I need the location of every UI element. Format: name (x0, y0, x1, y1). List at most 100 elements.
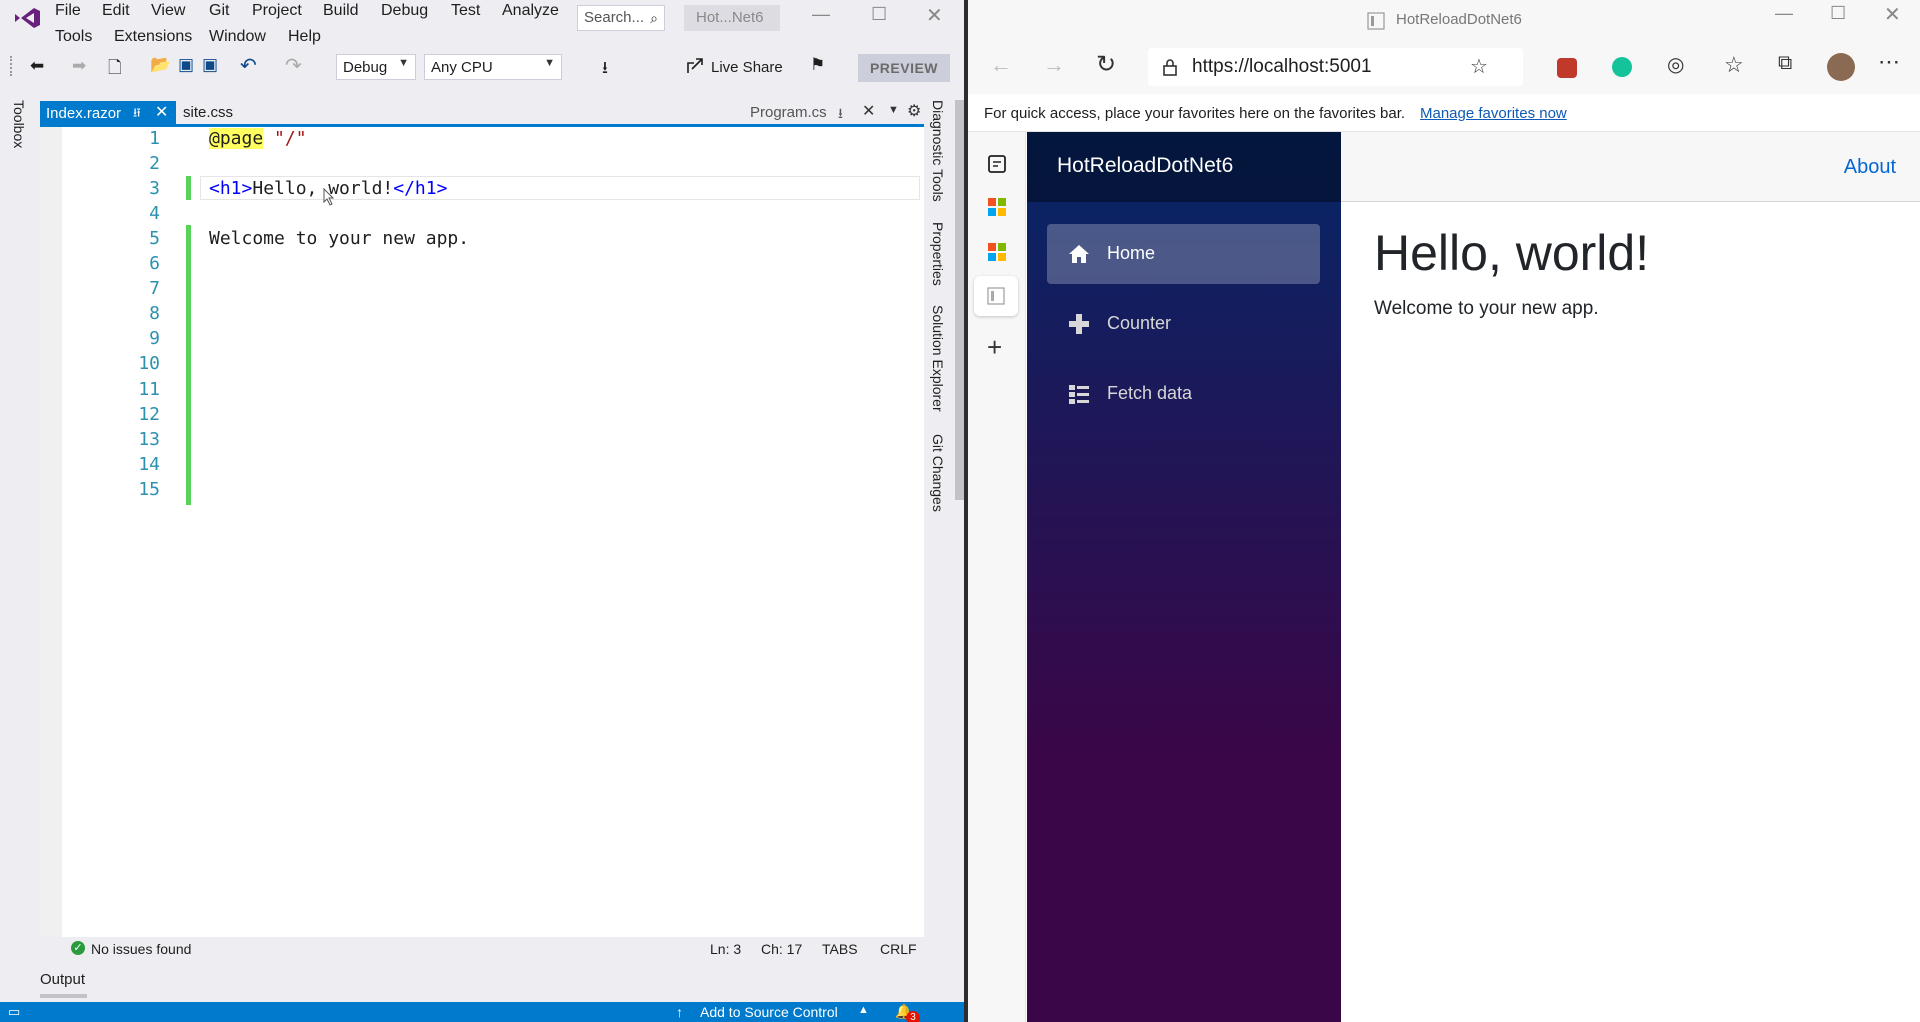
extension-icon[interactable]: ◎ (1667, 52, 1684, 77)
line-number: 4 (149, 203, 160, 225)
configuration-dropdown[interactable]: Debug ▼ (336, 54, 416, 80)
notes-icon[interactable] (986, 153, 1008, 175)
edge-browser-window: HotReloadDotNet6 — ☐ ✕ ← → ↻ https://loc… (968, 0, 1920, 1022)
notification-count: 3 (906, 1011, 920, 1022)
favorites-icon[interactable]: ☆ (1724, 52, 1744, 78)
attach-icon[interactable]: ⭳ (602, 55, 608, 84)
search-box[interactable]: Search... ⌕ (577, 5, 665, 31)
upload-icon: ↑ (676, 1004, 683, 1020)
browser-toolbar: ← → ↻ https://localhost:5001 ☆ ◎ ☆ ⧉ ⋯ (968, 40, 1920, 94)
issues-status[interactable]: No issues found (91, 941, 191, 957)
tab-list-chevron-icon[interactable]: ▼ (888, 104, 899, 116)
nav-item-home[interactable]: Home (1047, 224, 1320, 284)
menu-debug[interactable]: Debug (381, 2, 428, 20)
extension-lastpass-icon[interactable] (1557, 58, 1577, 78)
add-app-icon[interactable]: + (987, 332, 1002, 363)
indent-mode[interactable]: TABS (822, 941, 858, 957)
menu-test[interactable]: Test (451, 2, 480, 20)
menu-analyze[interactable]: Analyze (502, 2, 559, 20)
manage-favorites-link[interactable]: Manage favorites now (1420, 105, 1567, 122)
output-panel-tab[interactable]: Output (40, 971, 85, 988)
tab-index-razor[interactable]: Index.razor ⭿ ✕ (40, 101, 176, 125)
menu-view[interactable]: View (151, 2, 185, 20)
extension-grammarly-icon[interactable] (1612, 57, 1632, 77)
line-ending[interactable]: CRLF (880, 941, 917, 957)
check-icon: ✓ (71, 941, 85, 955)
url-text[interactable]: https://localhost:5001 (1192, 56, 1372, 78)
vs-status-bar: ▭ ↑ Add to Source Control ▲ 🔔 3 (0, 1002, 964, 1022)
menu-tools[interactable]: Tools (55, 28, 92, 46)
preview-badge[interactable]: PREVIEW (858, 54, 950, 82)
minimize-icon[interactable]: — (812, 4, 830, 25)
redo-icon[interactable]: ↷ (285, 53, 302, 78)
menu-git[interactable]: Git (209, 2, 229, 20)
new-item-icon[interactable]: 🗋 (108, 55, 122, 84)
git-changes-tab[interactable]: Git Changes (930, 434, 946, 512)
office-icon[interactable] (986, 241, 1008, 263)
configuration-value: Debug (343, 59, 388, 76)
maximize-icon[interactable]: ☐ (871, 4, 887, 25)
about-link[interactable]: About (1844, 156, 1896, 179)
app-brand[interactable]: HotReloadDotNet6 (1057, 154, 1233, 178)
menu-edit[interactable]: Edit (102, 2, 130, 20)
minimize-icon[interactable]: — (1775, 3, 1793, 24)
welcome-text: Welcome to your new app. (1374, 298, 1599, 319)
column-indicator[interactable]: Ch: 17 (761, 941, 802, 957)
more-options-icon[interactable]: ⋯ (1878, 49, 1900, 75)
tab-site-css[interactable]: site.css (183, 104, 233, 121)
forward-arrow-icon[interactable]: → (1043, 52, 1065, 78)
profile-avatar[interactable] (1827, 53, 1855, 81)
save-all-icon[interactable]: ▣ (202, 55, 218, 75)
microsoft-icon[interactable] (986, 196, 1008, 218)
live-share-button[interactable]: Live Share (711, 59, 783, 76)
menu-extensions[interactable]: Extensions (114, 28, 192, 46)
close-icon[interactable]: ✕ (926, 3, 943, 28)
menu-window[interactable]: Window (209, 28, 266, 46)
line-indicator[interactable]: Ln: 3 (710, 941, 741, 957)
app-top-row: About (1341, 132, 1920, 202)
search-placeholder: Search... (584, 9, 645, 26)
chevron-down-icon: ▼ (398, 57, 409, 69)
open-folder-icon[interactable]: 📂 (150, 55, 171, 75)
toolbox-panel-tab[interactable]: Toolbox (11, 100, 27, 148)
nav-item-fetch-data[interactable]: Fetch data (1047, 364, 1320, 424)
address-bar[interactable]: https://localhost:5001 ☆ (1148, 48, 1523, 86)
forward-icon[interactable]: ➡ (72, 56, 86, 76)
panel-scrollbar[interactable] (955, 100, 964, 500)
menu-help[interactable]: Help (288, 28, 321, 46)
code-editor[interactable]: 1 2 3 4 5 6 7 8 9 10 11 12 13 14 15 @page "/" <h1>Hell… (40, 127, 924, 937)
save-icon[interactable]: ▣ (178, 55, 194, 75)
maximize-icon[interactable]: ☐ (1830, 3, 1846, 24)
lock-icon (1163, 59, 1177, 76)
editor-status-strip: ✓ No issues found Ln: 3 Ch: 17 TABS CRLF (40, 937, 924, 961)
pin-icon[interactable]: ⭿ (133, 104, 141, 125)
add-favorite-icon[interactable]: ☆ (1470, 54, 1488, 79)
editor-margin (40, 127, 62, 937)
h1-open-tag: <h1> (209, 178, 253, 199)
line-number: 8 (149, 303, 160, 325)
menu-build[interactable]: Build (323, 2, 359, 20)
tab-program-cs[interactable]: Program.cs (750, 104, 827, 121)
settings-icon[interactable]: ⚙ (907, 101, 921, 121)
menu-file[interactable]: File (55, 2, 81, 20)
close-preview-tab-icon[interactable]: ✕ (862, 101, 875, 121)
menu-project[interactable]: Project (252, 2, 302, 20)
active-sidebar-app[interactable] (974, 276, 1018, 316)
code-line-1: @page "/" (209, 128, 307, 149)
refresh-icon[interactable]: ↻ (1096, 50, 1116, 79)
feedback-icon[interactable]: ⚑ (810, 55, 825, 75)
collections-icon[interactable]: ⧉ (1778, 52, 1792, 75)
solution-explorer-tab[interactable]: Solution Explorer (930, 305, 946, 412)
back-icon[interactable]: ⬅ (30, 56, 44, 76)
properties-tab[interactable]: Properties (930, 222, 946, 286)
add-to-source-control[interactable]: Add to Source Control (700, 1004, 838, 1020)
close-tab-icon[interactable]: ✕ (155, 102, 168, 122)
code-line-5: Welcome to your new app. (209, 228, 470, 249)
chevron-down-icon: ▼ (544, 57, 555, 69)
close-icon[interactable]: ✕ (1884, 2, 1901, 27)
undo-icon[interactable]: ↶ (240, 53, 257, 78)
back-arrow-icon[interactable]: ← (990, 52, 1012, 78)
nav-item-counter[interactable]: Counter (1047, 294, 1320, 354)
diagnostic-tools-tab[interactable]: Diagnostic Tools (930, 100, 946, 202)
platform-dropdown[interactable]: Any CPU ▼ (424, 54, 562, 80)
